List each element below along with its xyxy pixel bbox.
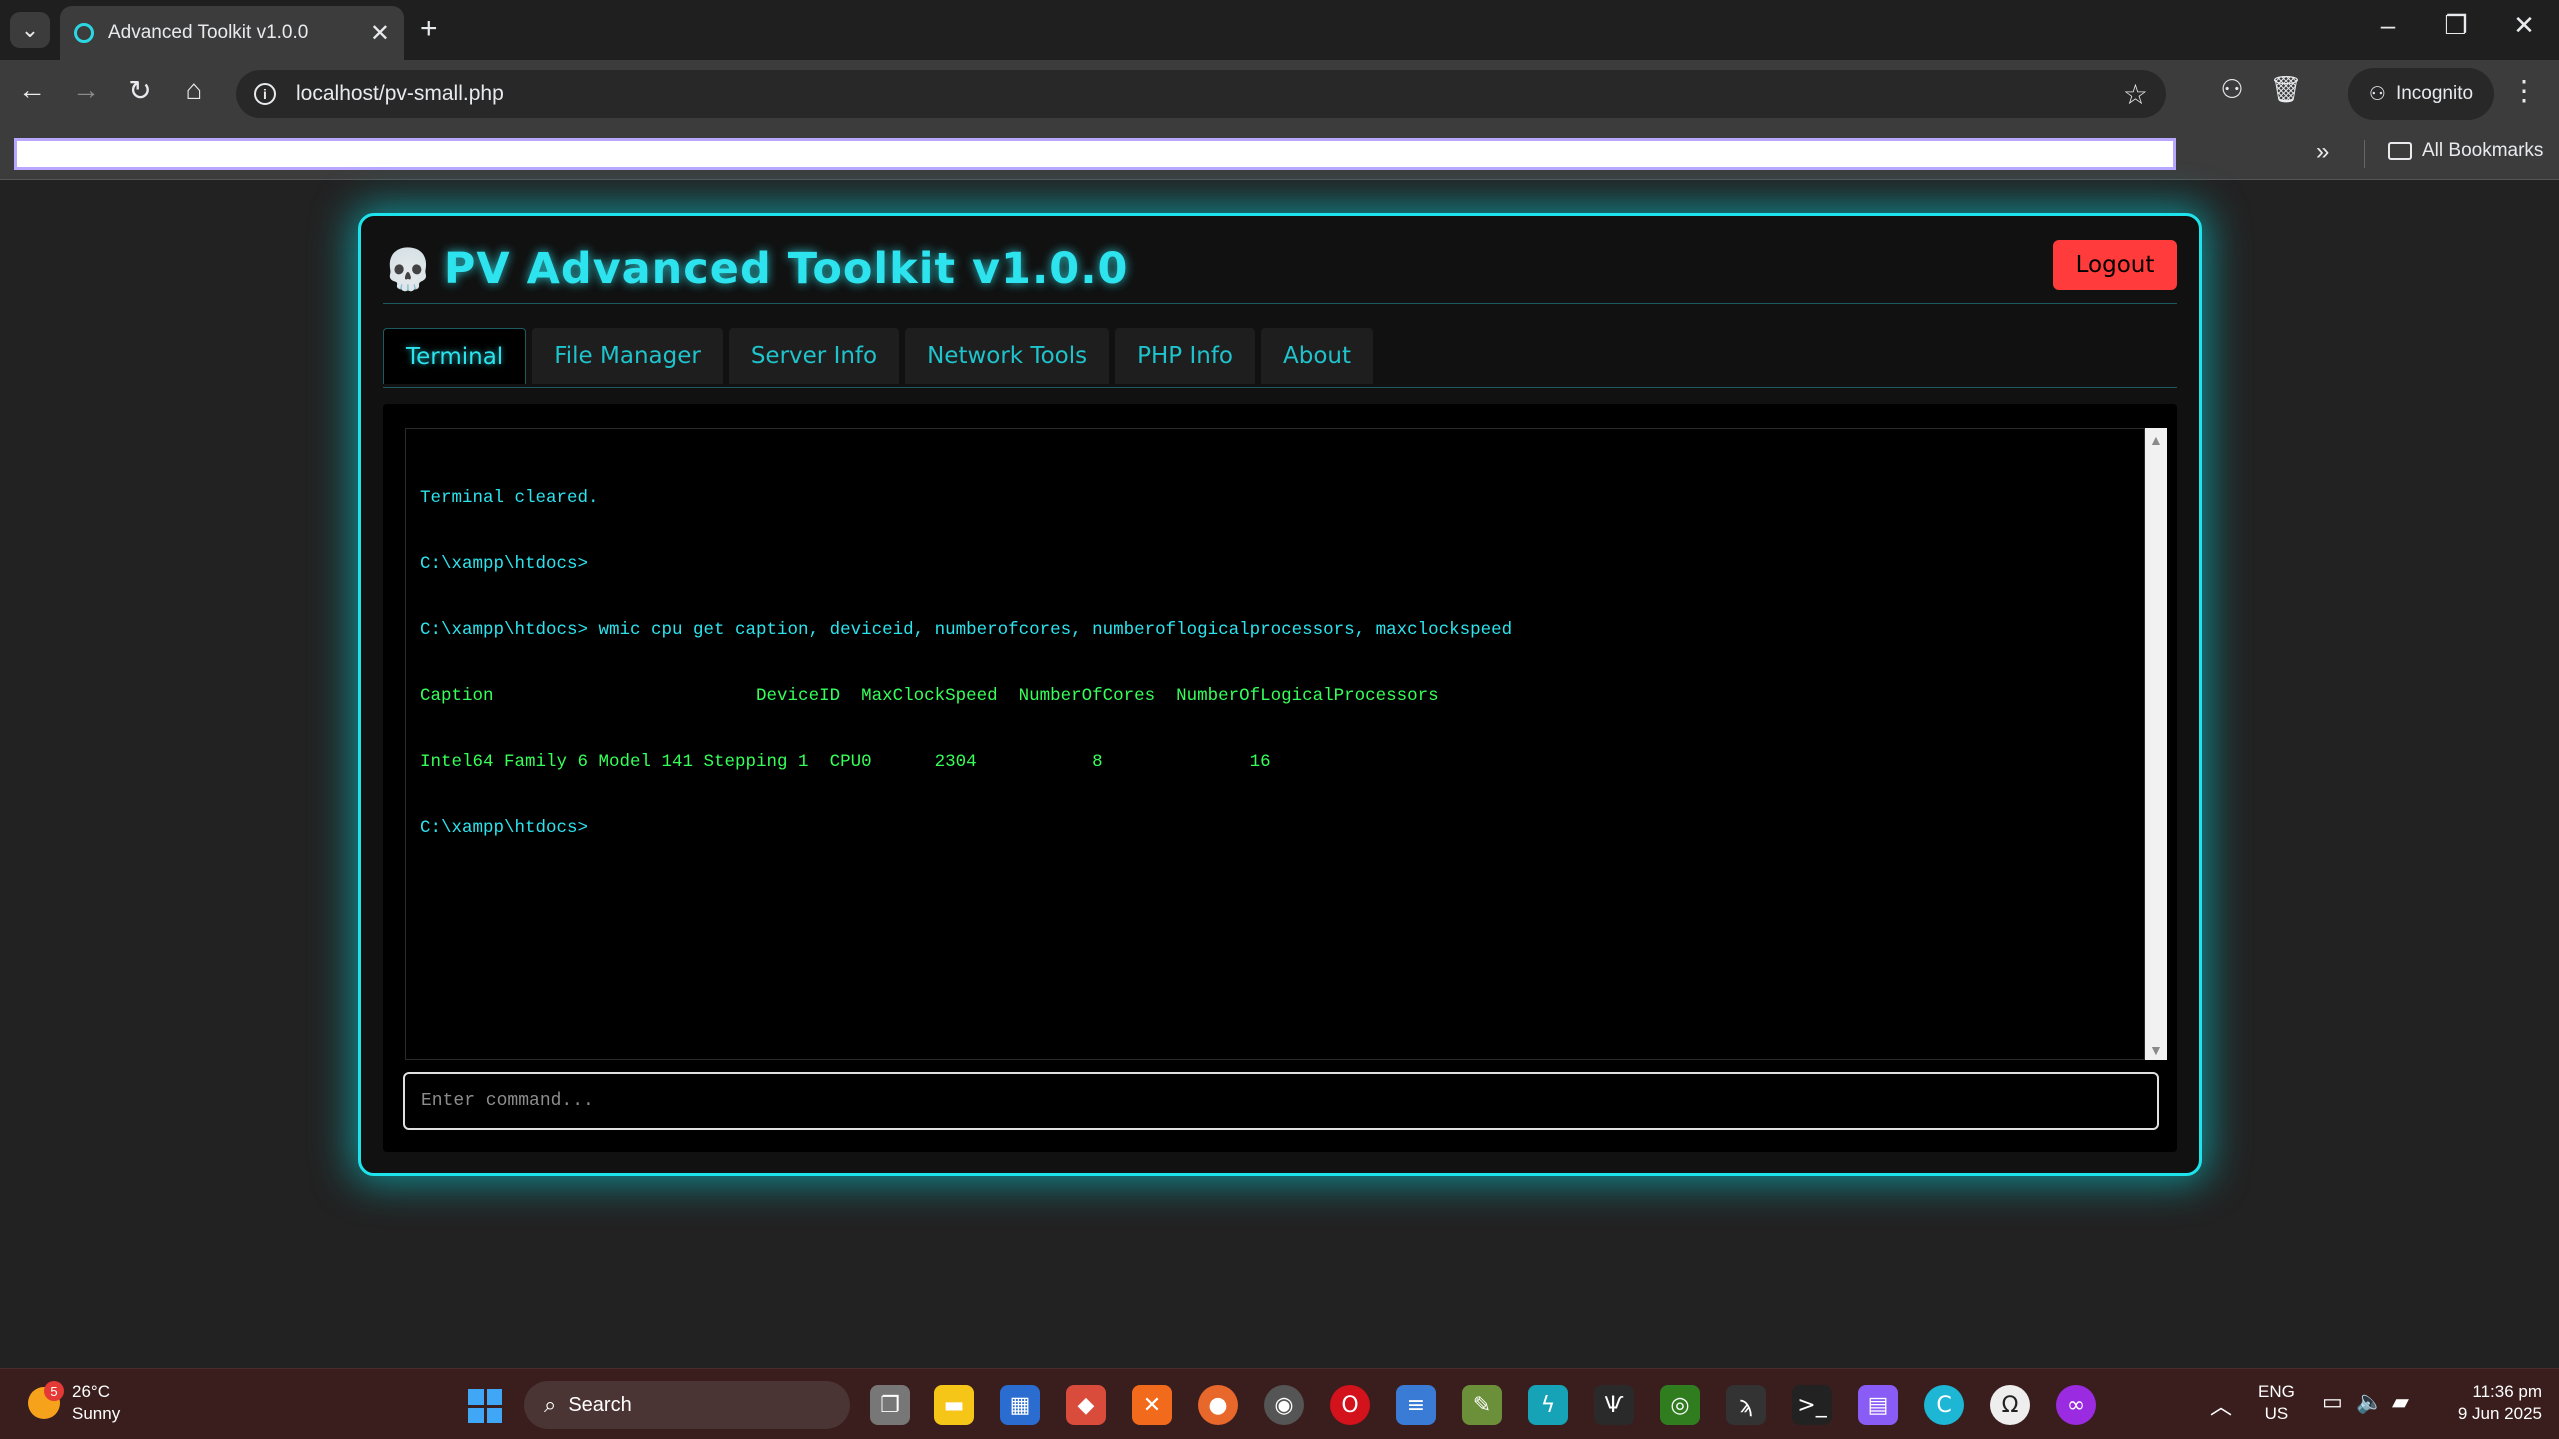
sun-icon: 5 xyxy=(28,1381,64,1419)
toolkit-header: 💀 PV Advanced Toolkit v1.0.0 Logout xyxy=(383,240,2177,304)
browser-tab-title: Advanced Toolkit v1.0.0 xyxy=(108,22,309,43)
tray-chevron-icon[interactable]: ︿ xyxy=(2210,1389,2232,1421)
bookmark-star-icon[interactable]: ☆ xyxy=(2123,78,2148,111)
logout-button[interactable]: Logout xyxy=(2053,240,2177,290)
terminal-line: C:\xampp\htdocs> xyxy=(420,818,589,838)
browser-toolbar: ← → ↻ ⌂ i localhost/pv-small.php ☆ ⚇ 🗑 ⚇… xyxy=(0,60,2559,128)
clock[interactable]: 11:36 pm 9 Jun 2025 xyxy=(2442,1381,2542,1425)
weather-badge: 5 xyxy=(44,1381,64,1401)
bookmarks-overflow-icon[interactable]: » xyxy=(2316,138,2329,166)
terminal-app-icon[interactable]: >_ xyxy=(1792,1385,1832,1425)
window-close-icon[interactable]: ✕ xyxy=(2504,10,2544,41)
opera-icon[interactable]: O xyxy=(1330,1385,1370,1425)
windows-taskbar: 5 26°C Sunny ⌕ Search ❐ ▬ ▦ ◆ ✕ ● ◉ O ≡ … xyxy=(0,1368,2559,1439)
terminal-output[interactable]: Terminal cleared. C:\xampp\htdocs> C:\xa… xyxy=(405,428,2145,1060)
terminal-scrollbar[interactable]: ▲ ▼ xyxy=(2145,428,2167,1060)
firefox-icon[interactable]: ● xyxy=(1198,1385,1238,1425)
weather-temp: 26°C xyxy=(72,1382,110,1401)
incognito-indicator[interactable]: ⚇ Incognito xyxy=(2348,68,2494,120)
find-input-field[interactable] xyxy=(14,138,2176,170)
clock-date: 9 Jun 2025 xyxy=(2457,1404,2542,1423)
reload-icon[interactable]: ↻ xyxy=(120,74,160,107)
microsoft-store-icon[interactable]: ▦ xyxy=(1000,1385,1040,1425)
all-bookmarks-label: All Bookmarks xyxy=(2422,140,2544,161)
new-tab-plus-icon[interactable]: + xyxy=(420,12,438,46)
clapper-icon[interactable]: ▤ xyxy=(1858,1385,1898,1425)
weather-desc: Sunny xyxy=(72,1404,121,1423)
tab-favicon-icon xyxy=(74,23,94,43)
address-bar[interactable]: i localhost/pv-small.php ☆ xyxy=(236,70,2166,118)
language-label: ENG xyxy=(2258,1382,2295,1401)
bookmarks-divider xyxy=(2364,140,2365,168)
scroll-up-arrow-icon[interactable]: ▲ xyxy=(2149,432,2163,448)
tab-file-manager[interactable]: File Manager xyxy=(532,328,723,384)
battery-icon[interactable]: ▰ xyxy=(2392,1389,2409,1415)
toolkit-tabs: Terminal File Manager Server Info Networ… xyxy=(383,328,2177,388)
volume-icon[interactable]: 🔈 xyxy=(2356,1389,2383,1415)
folder-icon xyxy=(2388,142,2412,160)
nvidia-icon[interactable]: ◎ xyxy=(1660,1385,1700,1425)
windows-start-icon[interactable] xyxy=(468,1389,502,1423)
incognito-label: Incognito xyxy=(2395,83,2474,104)
xampp-icon[interactable]: ✕ xyxy=(1132,1385,1172,1425)
notepad-plus-plus-icon[interactable]: ✎ xyxy=(1462,1385,1502,1425)
page-title-text: PV Advanced Toolkit v1.0.0 xyxy=(443,244,1129,294)
minimize-icon[interactable]: – xyxy=(2368,10,2408,41)
trash-icon[interactable]: 🗑 xyxy=(2266,74,2306,105)
terminal-line: Intel64 Family 6 Model 141 Stepping 1 CP… xyxy=(420,752,1271,772)
app-icon-1[interactable]: ◆ xyxy=(1066,1385,1106,1425)
bookmarks-bar: » All Bookmarks xyxy=(0,128,2559,180)
forward-arrow-icon[interactable]: → xyxy=(66,74,106,106)
tab-php-info[interactable]: PHP Info xyxy=(1115,328,1255,384)
scroll-down-arrow-icon[interactable]: ▼ xyxy=(2149,1042,2163,1058)
browser-tab[interactable]: Advanced Toolkit v1.0.0 ✕ xyxy=(60,6,404,60)
terminal-line: C:\xampp\htdocs> xyxy=(420,554,589,574)
page-title: 💀 PV Advanced Toolkit v1.0.0 xyxy=(383,244,1128,294)
tab-terminal[interactable]: Terminal xyxy=(383,328,527,384)
chrome-icon[interactable]: ◉ xyxy=(1264,1385,1304,1425)
clock-time: 11:36 pm xyxy=(2472,1382,2542,1401)
kali-icon[interactable]: ϡ xyxy=(1726,1385,1766,1425)
taskbar-search[interactable]: ⌕ Search xyxy=(524,1381,850,1429)
address-url[interactable]: localhost/pv-small.php xyxy=(296,82,2123,106)
toolkit-panel: 💀 PV Advanced Toolkit v1.0.0 Logout Term… xyxy=(358,213,2202,1176)
taskbar-search-label: Search xyxy=(568,1393,632,1416)
command-input[interactable] xyxy=(403,1072,2159,1130)
terminal-line: Terminal cleared. xyxy=(420,488,599,508)
region-label: US xyxy=(2264,1404,2289,1423)
terminal-line: C:\xampp\htdocs> wmic cpu get caption, d… xyxy=(420,620,1513,640)
restore-icon[interactable]: ❐ xyxy=(2436,10,2476,41)
back-arrow-icon[interactable]: ← xyxy=(12,74,52,106)
search-icon: ⌕ xyxy=(544,1392,557,1417)
bolt-app-icon[interactable]: ϟ xyxy=(1528,1385,1568,1425)
language-indicator[interactable]: ENG US xyxy=(2258,1381,2295,1425)
tab-server-info[interactable]: Server Info xyxy=(728,328,900,384)
incognito-icon: ⚇ xyxy=(2368,83,2386,105)
site-info-icon[interactable]: i xyxy=(254,83,276,105)
browser-menu-icon[interactable]: ⋮ xyxy=(2510,74,2538,107)
skull-icon: 💀 xyxy=(383,246,434,293)
tab-search-chevron-icon[interactable]: ⌄ xyxy=(10,12,50,48)
terminal-line: Caption DeviceID MaxClockSpeed NumberOfC… xyxy=(420,686,1439,706)
tab-close-icon[interactable]: ✕ xyxy=(370,19,390,48)
canva-icon[interactable]: C xyxy=(1924,1385,1964,1425)
file-explorer-icon[interactable]: ▬ xyxy=(934,1385,974,1425)
ring-app-icon[interactable]: Ω xyxy=(1990,1385,2030,1425)
terminal-container: Terminal cleared. C:\xampp\htdocs> C:\xa… xyxy=(383,404,2177,1152)
predator-icon[interactable]: Ѱ xyxy=(1594,1385,1634,1425)
weather-widget[interactable]: 5 26°C Sunny xyxy=(28,1381,120,1425)
notepad-icon[interactable]: ≡ xyxy=(1396,1385,1436,1425)
incognito-extension-icon[interactable]: ⚇ xyxy=(2212,74,2252,105)
page-body: 💀 PV Advanced Toolkit v1.0.0 Logout Term… xyxy=(0,181,2559,1368)
browser-tabstrip: ⌄ Advanced Toolkit v1.0.0 ✕ + – ❐ ✕ xyxy=(0,0,2559,60)
all-bookmarks-button[interactable]: All Bookmarks xyxy=(2388,140,2543,162)
tab-network-tools[interactable]: Network Tools xyxy=(905,328,1110,384)
tab-about[interactable]: About xyxy=(1260,328,1373,384)
home-icon[interactable]: ⌂ xyxy=(174,74,214,106)
task-view-icon[interactable]: ❐ xyxy=(870,1385,910,1425)
network-icon[interactable]: ▭ xyxy=(2322,1389,2343,1415)
mask-app-icon[interactable]: ∞ xyxy=(2056,1385,2096,1425)
